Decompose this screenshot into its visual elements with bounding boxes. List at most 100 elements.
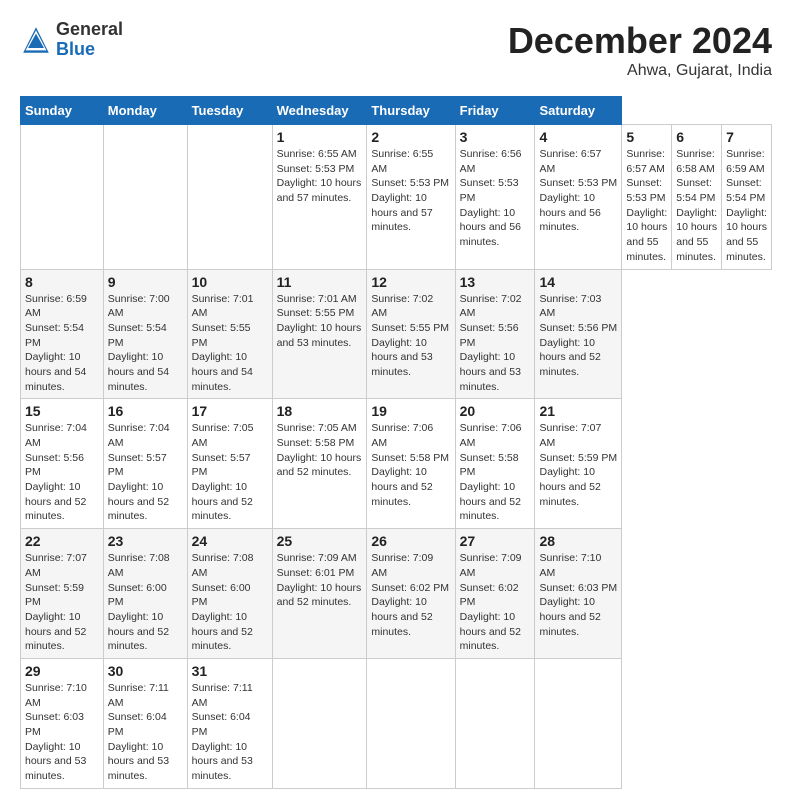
calendar-cell <box>187 125 272 270</box>
day-info: Sunrise: 7:04 AMSunset: 5:57 PMDaylight:… <box>108 422 170 522</box>
calendar-cell: 11Sunrise: 7:01 AMSunset: 5:55 PMDayligh… <box>272 269 367 399</box>
calendar-cell: 28 Sunrise: 7:10 AMSunset: 6:03 PMDayligh… <box>535 529 622 659</box>
calendar-cell: 7Sunrise: 6:59 AMSunset: 5:54 PMDaylight… <box>722 125 772 270</box>
calendar-cell: 24Sunrise: 7:08 AMSunset: 6:00 PMDayligh… <box>187 529 272 659</box>
day-number: 23 <box>108 533 183 549</box>
calendar-cell: 27 Sunrise: 7:09 AMSunset: 6:02 PMDayligh… <box>455 529 535 659</box>
day-number: 6 <box>676 129 717 145</box>
day-info: Sunrise: 7:06 AMSunset: 5:58 PMDaylight:… <box>371 422 449 507</box>
day-info: Sunrise: 6:56 AMSunset: 5:53 PMDaylight:… <box>460 148 522 248</box>
calendar-cell: 2 Sunrise: 6:55 AMSunset: 5:53 PMDaylight… <box>367 125 455 270</box>
day-number: 30 <box>108 663 183 679</box>
day-info: Sunrise: 6:59 AMSunset: 5:54 PMDaylight:… <box>726 148 767 263</box>
calendar-cell: 20 Sunrise: 7:06 AMSunset: 5:58 PMDayligh… <box>455 399 535 529</box>
day-number: 18 <box>277 403 363 419</box>
day-number: 20 <box>460 403 531 419</box>
day-number: 25 <box>277 533 363 549</box>
day-info: Sunrise: 7:10 AMSunset: 6:03 PMDaylight:… <box>539 552 617 637</box>
calendar-cell <box>272 658 367 788</box>
calendar-cell: 3 Sunrise: 6:56 AMSunset: 5:53 PMDaylight… <box>455 125 535 270</box>
logo-blue-text: Blue <box>56 40 123 60</box>
calendar-cell: 1Sunrise: 6:55 AMSunset: 5:53 PMDaylight… <box>272 125 367 270</box>
day-number: 9 <box>108 274 183 290</box>
header-saturday: Saturday <box>535 97 622 125</box>
day-info: Sunrise: 7:07 AMSunset: 5:59 PMDaylight:… <box>539 422 617 507</box>
day-number: 24 <box>192 533 268 549</box>
day-number: 27 <box>460 533 531 549</box>
day-info: Sunrise: 7:03 AMSunset: 5:56 PMDaylight:… <box>539 293 617 378</box>
calendar-cell <box>535 658 622 788</box>
day-number: 21 <box>539 403 617 419</box>
day-number: 10 <box>192 274 268 290</box>
day-number: 26 <box>371 533 450 549</box>
calendar-week-4: 22Sunrise: 7:07 AMSunset: 5:59 PMDayligh… <box>21 529 772 659</box>
header-monday: Monday <box>103 97 187 125</box>
day-info: Sunrise: 7:09 AMSunset: 6:02 PMDaylight:… <box>371 552 449 637</box>
day-number: 4 <box>539 129 617 145</box>
day-number: 12 <box>371 274 450 290</box>
header-sunday: Sunday <box>21 97 104 125</box>
calendar-cell: 12 Sunrise: 7:02 AMSunset: 5:55 PMDayligh… <box>367 269 455 399</box>
month-title: December 2024 <box>508 20 772 62</box>
day-info: Sunrise: 7:11 AMSunset: 6:04 PMDaylight:… <box>192 682 253 782</box>
calendar-cell: 9 Sunrise: 7:00 AMSunset: 5:54 PMDaylight… <box>103 269 187 399</box>
day-info: Sunrise: 7:00 AMSunset: 5:54 PMDaylight:… <box>108 293 170 393</box>
calendar-cell: 21 Sunrise: 7:07 AMSunset: 5:59 PMDayligh… <box>535 399 622 529</box>
day-number: 14 <box>539 274 617 290</box>
day-info: Sunrise: 6:57 AMSunset: 5:53 PMDaylight:… <box>539 148 617 233</box>
calendar-cell: 25Sunrise: 7:09 AMSunset: 6:01 PMDayligh… <box>272 529 367 659</box>
day-info: Sunrise: 6:55 AMSunset: 5:53 PMDaylight:… <box>277 148 362 204</box>
day-number: 16 <box>108 403 183 419</box>
day-info: Sunrise: 7:10 AMSunset: 6:03 PMDaylight:… <box>25 682 87 782</box>
calendar-week-3: 15Sunrise: 7:04 AMSunset: 5:56 PMDayligh… <box>21 399 772 529</box>
calendar-cell: 29 Sunrise: 7:10 AMSunset: 6:03 PMDayligh… <box>21 658 104 788</box>
calendar-week-1: 1Sunrise: 6:55 AMSunset: 5:53 PMDaylight… <box>21 125 772 270</box>
day-number: 15 <box>25 403 99 419</box>
title-block: December 2024 Ahwa, Gujarat, India <box>508 20 772 80</box>
day-number: 31 <box>192 663 268 679</box>
day-info: Sunrise: 6:55 AMSunset: 5:53 PMDaylight:… <box>371 148 449 233</box>
calendar-cell: 10 Sunrise: 7:01 AMSunset: 5:55 PMDayligh… <box>187 269 272 399</box>
day-info: Sunrise: 7:06 AMSunset: 5:58 PMDaylight:… <box>460 422 522 522</box>
day-number: 13 <box>460 274 531 290</box>
header-tuesday: Tuesday <box>187 97 272 125</box>
header-friday: Friday <box>455 97 535 125</box>
calendar-cell <box>21 125 104 270</box>
day-number: 8 <box>25 274 99 290</box>
day-info: Sunrise: 6:58 AMSunset: 5:54 PMDaylight:… <box>676 148 717 263</box>
logo-icon <box>20 24 52 56</box>
calendar-cell <box>103 125 187 270</box>
day-number: 29 <box>25 663 99 679</box>
page-header: General Blue December 2024 Ahwa, Gujarat… <box>20 20 772 80</box>
calendar-table: Sunday Monday Tuesday Wednesday Thursday… <box>20 96 772 789</box>
calendar-cell: 8Sunrise: 6:59 AMSunset: 5:54 PMDaylight… <box>21 269 104 399</box>
calendar-cell: 19Sunrise: 7:06 AMSunset: 5:58 PMDayligh… <box>367 399 455 529</box>
day-info: Sunrise: 7:09 AMSunset: 6:02 PMDaylight:… <box>460 552 522 652</box>
day-number: 17 <box>192 403 268 419</box>
logo-text: General Blue <box>56 20 123 60</box>
calendar-week-5: 29 Sunrise: 7:10 AMSunset: 6:03 PMDayligh… <box>21 658 772 788</box>
logo: General Blue <box>20 20 123 60</box>
day-number: 22 <box>25 533 99 549</box>
day-info: Sunrise: 7:08 AMSunset: 6:00 PMDaylight:… <box>108 552 170 652</box>
logo-general-text: General <box>56 20 123 40</box>
calendar-cell: 30 Sunrise: 7:11 AMSunset: 6:04 PMDayligh… <box>103 658 187 788</box>
calendar-cell <box>367 658 455 788</box>
day-number: 2 <box>371 129 450 145</box>
calendar-cell: 18Sunrise: 7:05 AMSunset: 5:58 PMDayligh… <box>272 399 367 529</box>
day-info: Sunrise: 7:02 AMSunset: 5:55 PMDaylight:… <box>371 293 449 378</box>
calendar-cell: 4 Sunrise: 6:57 AMSunset: 5:53 PMDaylight… <box>535 125 622 270</box>
calendar-cell: 6 Sunrise: 6:58 AMSunset: 5:54 PMDaylight… <box>672 125 722 270</box>
calendar-cell: 26 Sunrise: 7:09 AMSunset: 6:02 PMDayligh… <box>367 529 455 659</box>
calendar-cell: 17 Sunrise: 7:05 AMSunset: 5:57 PMDayligh… <box>187 399 272 529</box>
day-number: 3 <box>460 129 531 145</box>
day-info: Sunrise: 7:05 AMSunset: 5:57 PMDaylight:… <box>192 422 254 522</box>
calendar-week-2: 8Sunrise: 6:59 AMSunset: 5:54 PMDaylight… <box>21 269 772 399</box>
day-number: 11 <box>277 274 363 290</box>
day-info: Sunrise: 7:01 AMSunset: 5:55 PMDaylight:… <box>192 293 254 393</box>
calendar-cell <box>455 658 535 788</box>
day-number: 28 <box>539 533 617 549</box>
calendar-cell: 5Sunrise: 6:57 AMSunset: 5:53 PMDaylight… <box>622 125 672 270</box>
location: Ahwa, Gujarat, India <box>508 62 772 80</box>
day-info: Sunrise: 7:11 AMSunset: 6:04 PMDaylight:… <box>108 682 169 782</box>
